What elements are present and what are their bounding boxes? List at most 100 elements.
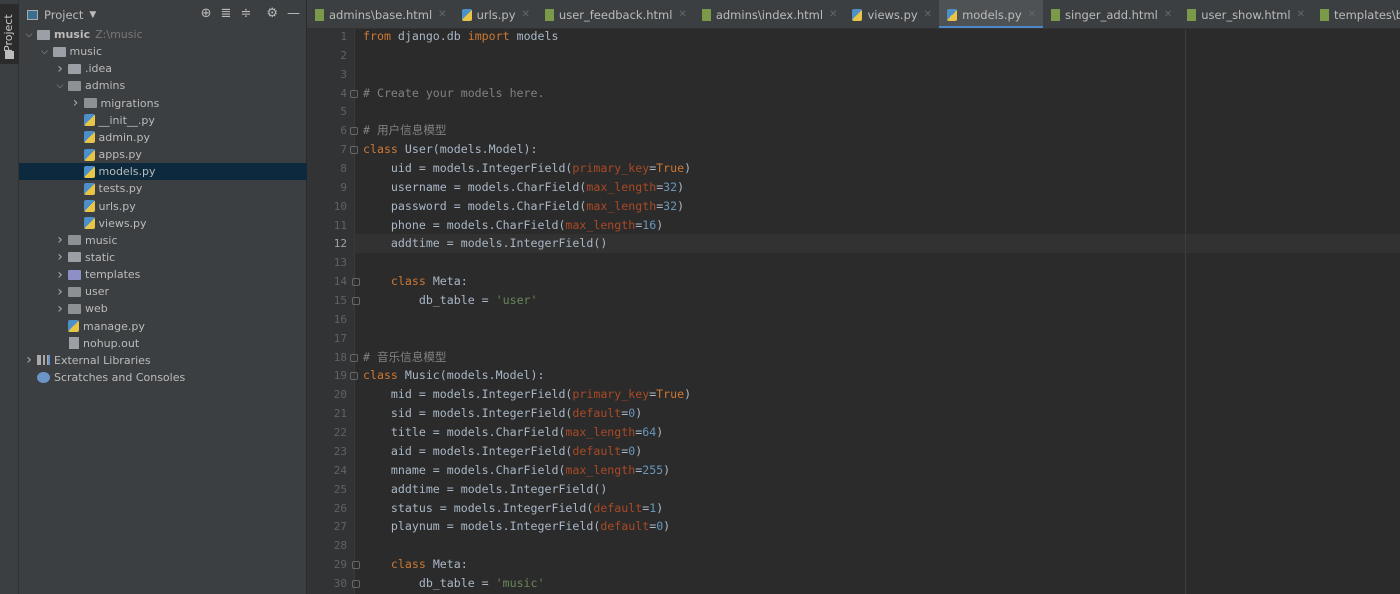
code-line: # Create your models here. xyxy=(363,84,544,103)
code-token: sid = models.IntegerField( xyxy=(363,406,573,421)
editor-tab[interactable]: user_feedback.html ✕ xyxy=(537,0,694,28)
tree-item[interactable]: ⌵ music xyxy=(19,43,307,60)
project-tool-button[interactable]: Project xyxy=(0,4,19,64)
fold-marker-icon[interactable] xyxy=(352,561,360,570)
chevron-right-icon[interactable]: › xyxy=(54,284,66,300)
expand-all-icon[interactable]: ≣ xyxy=(221,6,232,21)
line-number: 10 xyxy=(333,199,347,213)
fold-marker-icon[interactable] xyxy=(352,579,360,588)
code-line: class Music(models.Model): xyxy=(363,366,545,385)
editor-tab[interactable]: user_show.html ✕ xyxy=(1179,0,1312,28)
chevron-down-icon[interactable]: ⌵ xyxy=(23,30,35,40)
tree-item[interactable]: models.py xyxy=(19,163,307,181)
folder-icon xyxy=(68,252,81,263)
line-number: 4 xyxy=(340,86,347,100)
chevron-right-icon[interactable]: › xyxy=(54,232,66,248)
fold-marker-icon[interactable] xyxy=(350,89,358,98)
locate-icon[interactable]: ⊕ xyxy=(201,6,212,21)
editor-tab[interactable]: urls.py ✕ xyxy=(454,0,537,28)
chevron-down-icon[interactable]: ⌵ xyxy=(54,81,66,91)
tree-item[interactable]: › templates xyxy=(19,266,307,283)
chevron-right-icon[interactable]: › xyxy=(70,95,82,111)
python-file-icon xyxy=(83,165,95,178)
chevron-right-icon[interactable]: › xyxy=(54,267,66,283)
tree-item[interactable]: ⌵ admins xyxy=(19,77,307,94)
minimize-icon[interactable]: — xyxy=(287,6,300,21)
code-token: True xyxy=(656,387,685,402)
editor-tab[interactable]: models.py ✕ xyxy=(939,0,1044,28)
close-icon[interactable]: ✕ xyxy=(924,9,932,20)
tree-item[interactable]: › music xyxy=(19,232,307,249)
code-line: # 音乐信息模型 xyxy=(363,348,447,367)
editor-tab[interactable]: views.py ✕ xyxy=(844,0,939,28)
package-icon xyxy=(68,235,81,246)
fold-marker-icon[interactable] xyxy=(352,297,360,306)
folder-icon xyxy=(37,29,50,40)
tree-item[interactable]: nohup.out xyxy=(19,335,307,352)
code-editor[interactable]: from django.db import models # Create you… xyxy=(350,29,1400,594)
code-token: default xyxy=(600,519,650,534)
tree-item[interactable]: urls.py xyxy=(19,198,307,215)
close-icon[interactable]: ✕ xyxy=(438,9,446,20)
gear-icon[interactable]: ⚙ xyxy=(266,6,278,21)
fold-marker-icon[interactable] xyxy=(350,372,358,381)
fold-marker-icon[interactable] xyxy=(352,278,360,287)
tree-item[interactable]: › migrations xyxy=(19,95,307,112)
tree-item[interactable]: Scratches and Consoles xyxy=(19,369,307,386)
chevron-right-icon[interactable]: › xyxy=(54,61,66,77)
package-icon xyxy=(68,80,81,91)
close-icon[interactable]: ✕ xyxy=(829,9,837,20)
code-line: sid = models.IntegerField(default=0) xyxy=(363,404,642,423)
code-token: ) xyxy=(677,179,685,194)
line-number: 17 xyxy=(333,331,347,345)
code-token: django.db xyxy=(397,29,468,43)
tree-item[interactable]: apps.py xyxy=(19,146,307,163)
close-icon[interactable]: ✕ xyxy=(1028,9,1036,20)
collapse-all-icon[interactable]: ≑ xyxy=(240,6,251,21)
close-icon[interactable]: ✕ xyxy=(522,9,530,20)
tree-item[interactable]: › .idea xyxy=(19,60,307,77)
project-view-selector[interactable]: Project xyxy=(44,8,83,22)
line-number: 3 xyxy=(340,67,347,81)
close-icon[interactable]: ✕ xyxy=(1164,9,1172,20)
editor-tab[interactable]: admins\base.html ✕ xyxy=(307,0,454,28)
code-token: 16 xyxy=(642,217,657,232)
html-file-icon xyxy=(544,8,554,21)
close-icon[interactable]: ✕ xyxy=(678,9,686,20)
chevron-right-icon[interactable]: › xyxy=(54,301,66,317)
python-file-icon xyxy=(461,8,472,21)
tree-item[interactable]: manage.py xyxy=(19,318,307,335)
folder-icon xyxy=(68,63,81,74)
chevron-down-icon[interactable]: ▼ xyxy=(89,10,96,20)
editor-tab[interactable]: templates\base.html✕ xyxy=(1312,0,1400,28)
python-file-icon xyxy=(852,8,863,21)
chevron-right-icon[interactable]: › xyxy=(23,352,35,368)
chevron-right-icon[interactable]: › xyxy=(54,249,66,265)
code-token: ) xyxy=(663,519,671,534)
tree-item[interactable]: › static xyxy=(19,249,307,266)
tree-item[interactable]: › External Libraries xyxy=(19,352,307,369)
tree-item-label: music xyxy=(85,233,118,247)
code-line: playnum = models.IntegerField(default=0) xyxy=(363,517,670,536)
editor-tab[interactable]: singer_add.html ✕ xyxy=(1043,0,1179,28)
tree-item[interactable]: ⌵ music Z:\music xyxy=(19,26,307,43)
tree-item[interactable]: › web xyxy=(19,300,307,317)
tree-item[interactable]: __init__.py xyxy=(19,112,307,129)
fold-marker-icon[interactable] xyxy=(350,127,358,136)
tree-item-label: migrations xyxy=(100,96,160,110)
chevron-down-icon[interactable]: ⌵ xyxy=(39,47,51,57)
tree-item[interactable]: admin.py xyxy=(19,129,307,146)
python-file-icon xyxy=(83,148,95,161)
close-icon[interactable]: ✕ xyxy=(1297,9,1305,20)
line-number: 28 xyxy=(333,539,347,553)
line-number: 13 xyxy=(333,256,347,270)
fold-marker-icon[interactable] xyxy=(350,146,358,155)
editor-tab[interactable]: admins\index.html ✕ xyxy=(694,0,845,28)
fold-marker-icon[interactable] xyxy=(350,353,358,362)
tree-item[interactable]: › user xyxy=(19,283,307,300)
python-file-icon xyxy=(83,182,95,195)
tab-label: singer_add.html xyxy=(1065,7,1158,22)
python-file-icon xyxy=(68,320,79,333)
tree-item[interactable]: views.py xyxy=(19,215,307,232)
tree-item[interactable]: tests.py xyxy=(19,180,307,197)
